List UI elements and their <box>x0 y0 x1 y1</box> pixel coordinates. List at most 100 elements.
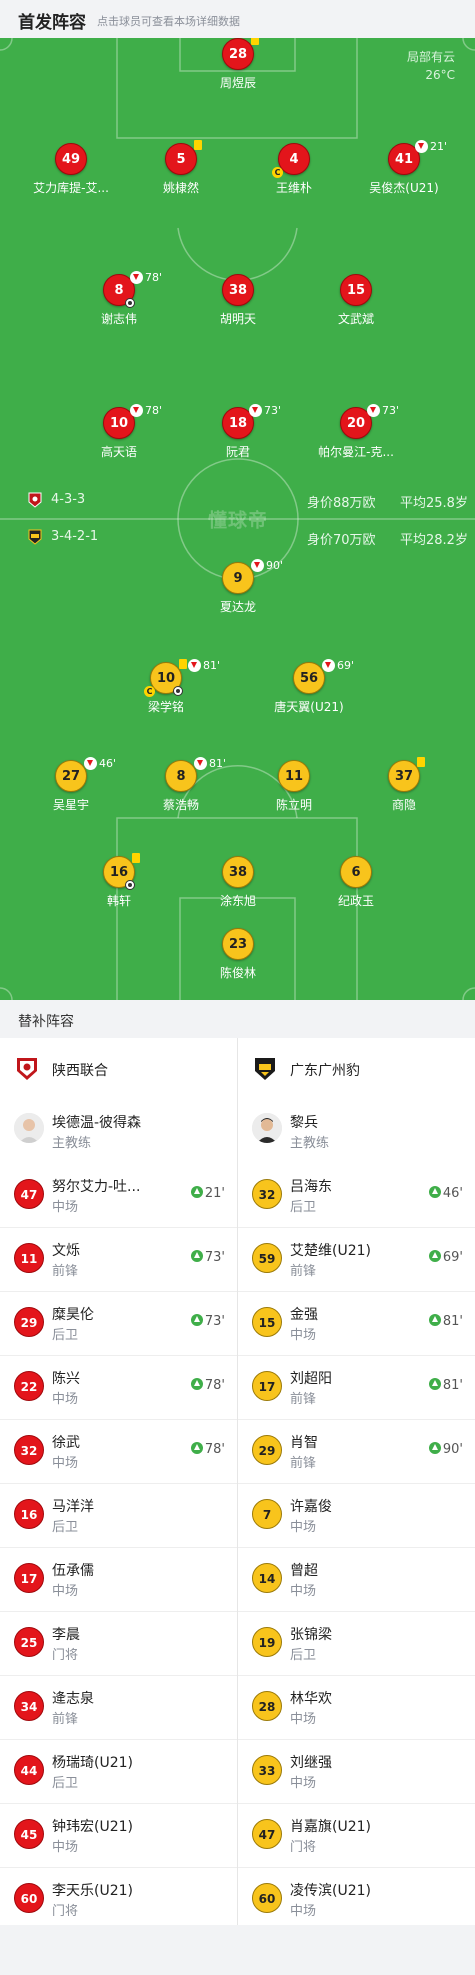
shirt-number: 28 <box>222 38 254 70</box>
bench-row[interactable]: 19 张锦梁 后卫 <box>238 1612 475 1676</box>
shirt-number: 29 <box>14 1307 44 1337</box>
bench-row[interactable]: 32 吕海东 后卫 46' <box>238 1164 475 1228</box>
bench-row[interactable]: 16 马洋洋 后卫 <box>0 1484 237 1548</box>
team-name: 广东广州豹 <box>290 1063 360 1079</box>
bench-row[interactable]: 60 凌传滨(U21) 中场 <box>238 1868 475 1932</box>
player-name: 王维朴 <box>275 181 312 195</box>
player-name: 金强 <box>290 1307 318 1323</box>
player-name: 谢志伟 <box>100 312 137 326</box>
player-name: 韩轩 <box>106 894 131 908</box>
shirt-number: 7 <box>252 1499 282 1529</box>
player-name: 凌传滨(U21) <box>290 1883 371 1899</box>
away-player[interactable]: 11 陈立明 <box>244 760 344 812</box>
sub-on: 81' <box>428 1378 463 1393</box>
away-player[interactable]: 27 46' 吴星宇 <box>21 757 121 812</box>
player-name: 吴俊杰(U21) <box>369 181 439 195</box>
coach-role: 主教练 <box>52 1136 92 1151</box>
player-position: 后卫 <box>52 1520 79 1535</box>
away-coach[interactable]: 黎兵 主教练 <box>238 1098 475 1164</box>
home-player[interactable]: 20 73' 帕尔曼江-克... <box>306 404 406 459</box>
sub-off-icon <box>130 271 143 284</box>
bench-row[interactable]: 33 刘继强 中场 <box>238 1740 475 1804</box>
bench-row[interactable]: 45 钟玮宏(U21) 中场 <box>0 1804 237 1868</box>
bench-row[interactable]: 60 李天乐(U21) 门将 <box>0 1868 237 1932</box>
player-name: 许嘉俊 <box>290 1499 332 1515</box>
player-position: 后卫 <box>290 1200 317 1215</box>
player-name: 马洋洋 <box>52 1499 94 1515</box>
shirt-number: 19 <box>252 1627 282 1657</box>
home-coach[interactable]: 埃德温-彼得森 主教练 <box>0 1098 237 1164</box>
player-name: 文武斌 <box>337 312 374 326</box>
sub-off-minute: 46' <box>99 757 117 770</box>
bench-row[interactable]: 29 糜昊伦 后卫 73' <box>0 1292 237 1356</box>
bench-row[interactable]: 47 努尔艾力-吐... 中场 21' <box>0 1164 237 1228</box>
bench-row[interactable]: 29 肖智 前锋 90' <box>238 1420 475 1484</box>
bench-row[interactable]: 14 曾超 中场 <box>238 1548 475 1612</box>
player-position: 后卫 <box>52 1328 79 1343</box>
sub-off-icon <box>194 757 207 770</box>
bench-row[interactable]: 34 逄志泉 前锋 <box>0 1676 237 1740</box>
shirt-number: 38 <box>222 856 254 888</box>
sub-on-arrow-icon <box>190 1186 203 1198</box>
player-name: 刘超阳 <box>290 1371 332 1387</box>
bench-row[interactable]: 47 肖嘉旗(U21) 门将 <box>238 1804 475 1868</box>
bench-row[interactable]: 7 许嘉俊 中场 <box>238 1484 475 1548</box>
player-name: 吕海东 <box>290 1179 332 1195</box>
bench-row[interactable]: 17 伍承儒 中场 <box>0 1548 237 1612</box>
player-name: 艾力库提-艾... <box>33 181 109 195</box>
bench-row[interactable]: 59 艾楚维(U21) 前锋 69' <box>238 1228 475 1292</box>
away-team-row[interactable]: 广东广州豹 <box>238 1038 475 1098</box>
bottom-spacer <box>0 1925 475 1975</box>
away-player[interactable]: 9 90' 夏达龙 <box>188 559 288 614</box>
home-player[interactable]: 41 21' 吴俊杰(U21) <box>354 140 454 195</box>
bench-row[interactable]: 22 陈兴 中场 78' <box>0 1356 237 1420</box>
home-player[interactable]: 5 姚棣然 <box>131 140 231 195</box>
bench-row[interactable]: 32 徐武 中场 78' <box>0 1420 237 1484</box>
player-name: 文烁 <box>52 1243 80 1259</box>
away-player[interactable]: 23 陈俊林 <box>188 928 288 980</box>
player-name: 李天乐(U21) <box>52 1883 133 1899</box>
coach-photo-icon <box>14 1113 44 1143</box>
away-player[interactable]: 6 纪政玉 <box>306 856 406 908</box>
sub-off-icon <box>249 404 262 417</box>
home-player[interactable]: 49 艾力库提-艾... <box>21 143 121 195</box>
coach-role: 主教练 <box>290 1136 330 1151</box>
goal-ball-icon <box>125 298 135 308</box>
home-player[interactable]: 8 78' 谢志伟 <box>69 271 169 326</box>
bench-row[interactable]: 17 刘超阳 前锋 81' <box>238 1356 475 1420</box>
away-player[interactable]: 37 商隐 <box>354 757 454 812</box>
shirt-number: 16 <box>14 1499 44 1529</box>
away-player[interactable]: 8 81' 蔡浩畅 <box>131 757 231 812</box>
sub-off-icon <box>367 404 380 417</box>
home-player[interactable]: 38 胡明天 <box>188 274 288 326</box>
bench-row[interactable]: 11 文烁 前锋 73' <box>0 1228 237 1292</box>
player-name: 徐武 <box>52 1435 80 1451</box>
away-player[interactable]: 38 涂东旭 <box>188 856 288 908</box>
home-player[interactable]: 18 73' 阮君 <box>188 404 288 459</box>
bench-row[interactable]: 15 金强 中场 81' <box>238 1292 475 1356</box>
team-name: 陕西联合 <box>52 1063 108 1079</box>
shirt-number: 34 <box>14 1691 44 1721</box>
player-name: 高天语 <box>100 445 137 459</box>
shirt-number: 29 <box>252 1435 282 1465</box>
away-player[interactable]: 56 69' 唐天翼(U21) <box>259 659 359 714</box>
shirt-number: 32 <box>14 1435 44 1465</box>
player-position: 前锋 <box>290 1392 317 1407</box>
sub-on: 21' <box>190 1186 225 1201</box>
shirt-number: 22 <box>14 1371 44 1401</box>
home-player[interactable]: 10 78' 高天语 <box>69 404 169 459</box>
home-player[interactable]: 15 文武斌 <box>306 274 406 326</box>
home-player[interactable]: 28 周煜辰 <box>188 38 288 90</box>
home-team-row[interactable]: 陕西联合 <box>0 1038 237 1098</box>
bench-row[interactable]: 28 林华欢 中场 <box>238 1676 475 1740</box>
sub-off-minute: 73' <box>382 404 400 417</box>
bench-row[interactable]: 25 李晨 门将 <box>0 1612 237 1676</box>
shirt-number: 32 <box>252 1179 282 1209</box>
home-player[interactable]: 4 C 王维朴 <box>244 143 344 195</box>
away-player[interactable]: 16 韩轩 <box>69 853 169 908</box>
player-name: 陈兴 <box>52 1371 80 1387</box>
home-formation: 4-3-3 <box>51 492 86 507</box>
player-name: 蔡浩畅 <box>162 798 199 812</box>
away-player[interactable]: 10 81' C 梁学铭 <box>116 659 220 714</box>
bench-row[interactable]: 44 杨瑞琦(U21) 后卫 <box>0 1740 237 1804</box>
